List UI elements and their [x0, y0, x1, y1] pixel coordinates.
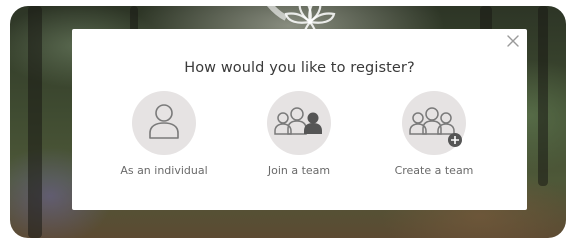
background-photo: How would you like to register? As an in…: [10, 6, 566, 238]
join-team-option[interactable]: Join a team: [239, 91, 359, 181]
option-icon-circle: [132, 91, 196, 155]
option-icon-circle: [267, 91, 331, 155]
option-label: Join a team: [267, 164, 331, 177]
create-team-option[interactable]: Create a team: [374, 91, 494, 181]
option-label: Create a team: [394, 164, 474, 177]
team-join-icon: [274, 107, 322, 135]
tree-trunk: [538, 6, 548, 186]
team-create-icon: [409, 107, 462, 147]
close-button[interactable]: [505, 33, 521, 49]
register-individual-option[interactable]: As an individual: [104, 91, 224, 181]
tree-trunk: [28, 6, 42, 238]
registration-dialog: How would you like to register? As an in…: [72, 29, 527, 210]
dialog-title: How would you like to register?: [184, 60, 415, 76]
close-icon: [507, 35, 519, 47]
option-icon-circle: [402, 91, 466, 155]
option-label: As an individual: [120, 164, 208, 177]
person-icon: [149, 104, 179, 139]
